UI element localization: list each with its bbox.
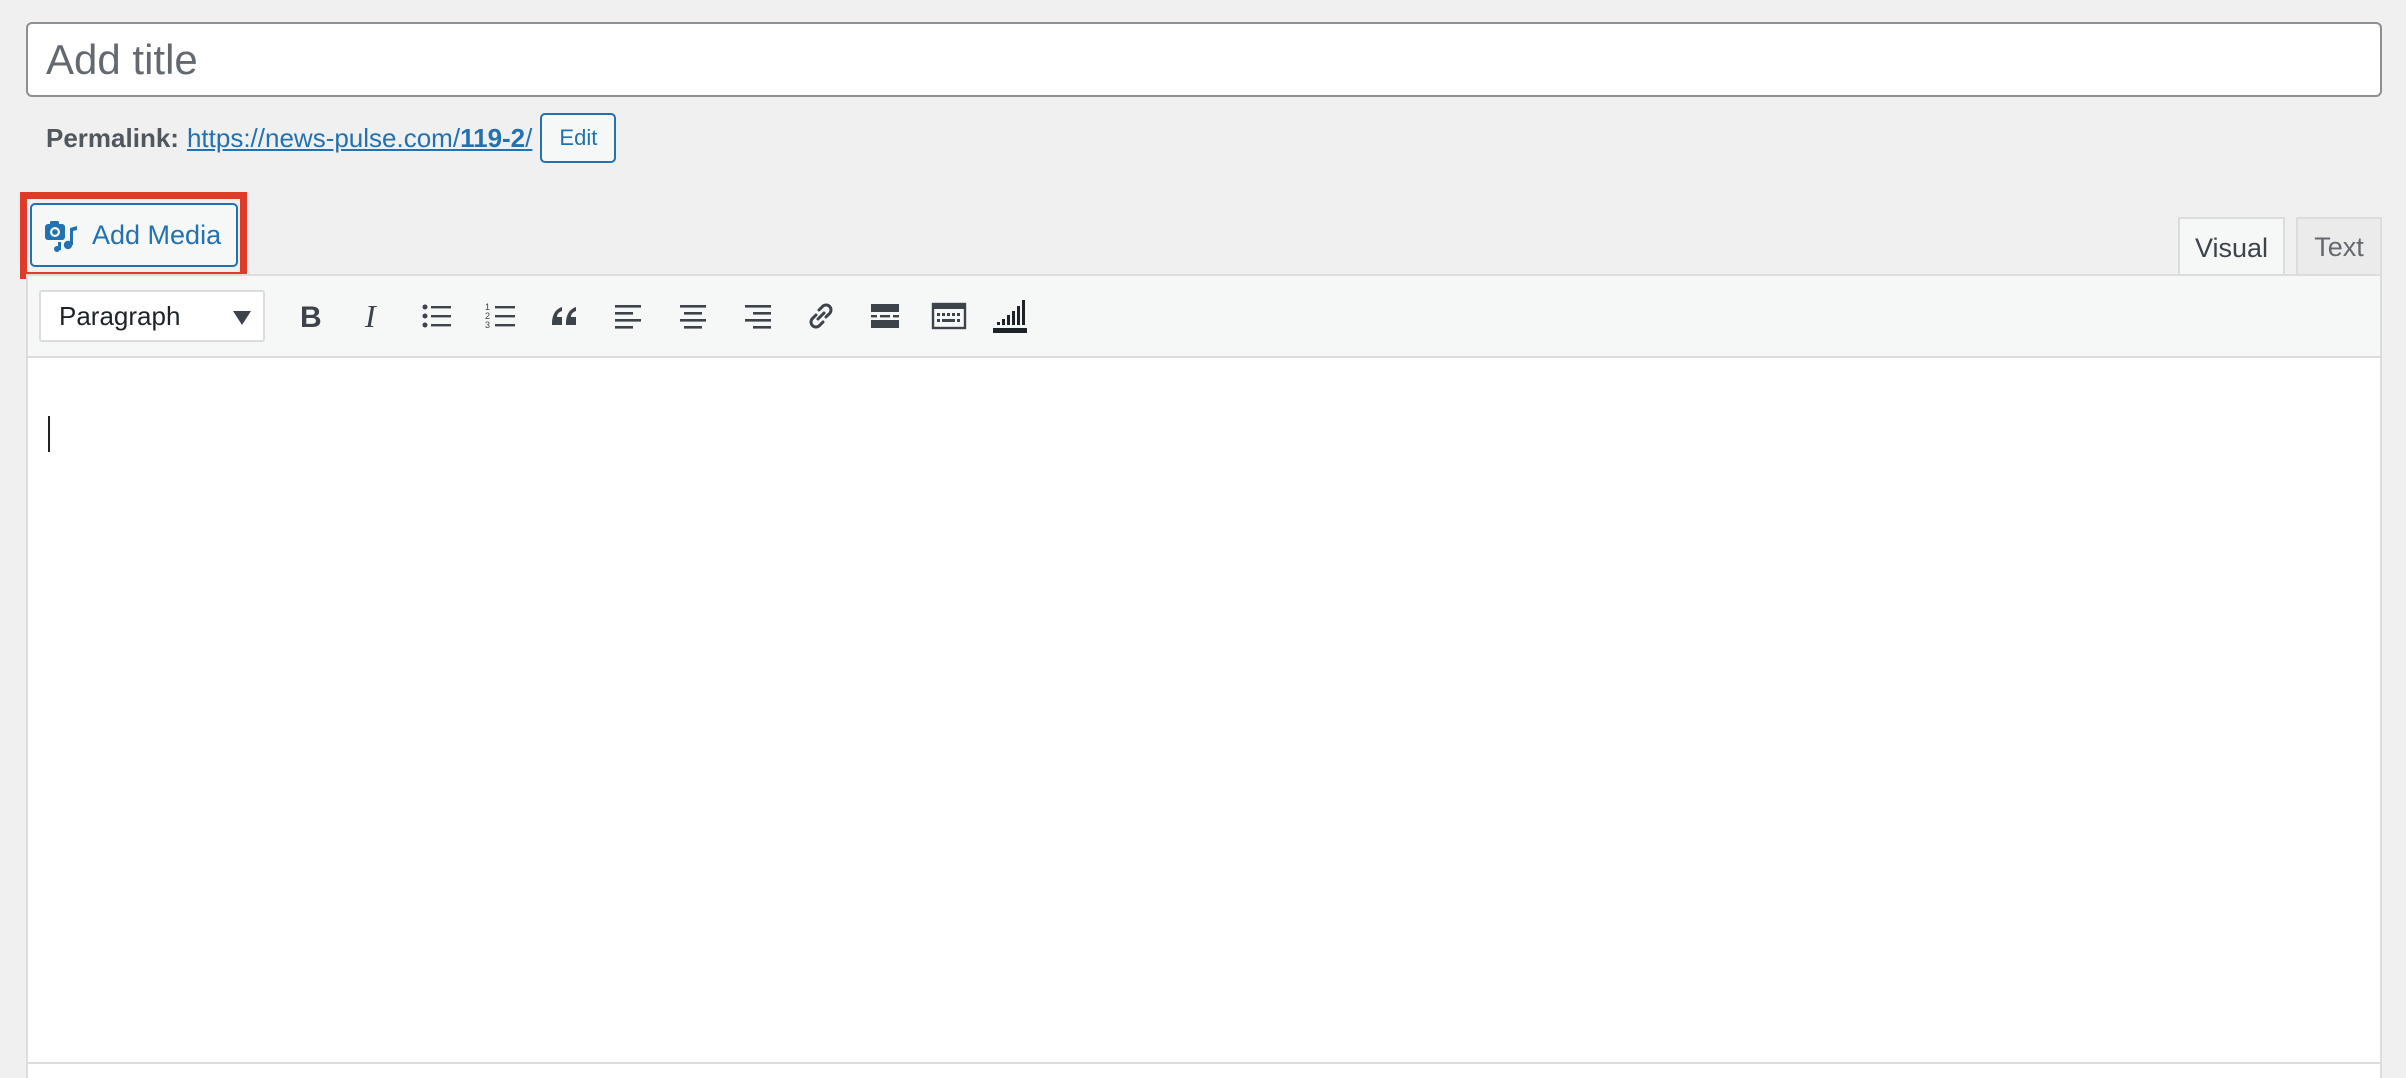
editor-status-bar	[28, 1062, 2380, 1064]
align-center-button[interactable]	[661, 286, 725, 346]
permalink-row: Permalink: https://news-pulse.com/119-2/…	[46, 112, 617, 164]
add-media-label: Add Media	[92, 219, 222, 250]
read-more-button[interactable]	[853, 286, 917, 346]
editor-content-area[interactable]	[28, 358, 2380, 1058]
svg-text:3: 3	[485, 320, 490, 330]
tab-text[interactable]: Text	[2296, 217, 2382, 275]
align-left-button[interactable]	[597, 286, 661, 346]
permalink-url-slug: 119-2	[460, 122, 526, 153]
svg-text:B: B	[300, 301, 322, 334]
add-media-button[interactable]: Add Media	[30, 203, 238, 267]
align-right-icon	[745, 305, 771, 329]
edit-permalink-button[interactable]: Edit	[540, 113, 617, 163]
post-title-input[interactable]	[26, 22, 2382, 97]
classic-editor: Paragraph B I 1 2 3	[26, 274, 2382, 1078]
bulleted-list-icon	[422, 304, 451, 328]
italic-button[interactable]: I	[341, 286, 405, 346]
permalink-url-base: https://news-pulse.com/	[186, 122, 461, 153]
chevron-down-icon	[233, 311, 251, 325]
italic-icon: I	[364, 298, 377, 334]
toolbar-toggle-button[interactable]	[917, 286, 981, 346]
permalink-url-trail: /	[525, 122, 533, 153]
bulleted-list-button[interactable]	[405, 286, 469, 346]
bold-button[interactable]: B	[277, 286, 341, 346]
bold-icon: B	[300, 301, 322, 334]
media-camera-music-icon	[44, 218, 78, 252]
permalink-link[interactable]: https://news-pulse.com/119-2/	[187, 123, 532, 154]
align-left-icon	[615, 305, 641, 329]
link-icon	[809, 303, 833, 329]
format-select-value: Paragraph	[59, 300, 181, 331]
blockquote-icon	[552, 307, 576, 325]
wpquads-icon	[993, 300, 1027, 333]
text-cursor	[48, 416, 50, 452]
insert-link-button[interactable]	[789, 286, 853, 346]
toolbar-toggle-icon	[931, 302, 967, 330]
numbered-list-button[interactable]: 1 2 3	[469, 286, 533, 346]
align-center-icon	[680, 305, 706, 329]
read-more-icon	[871, 304, 899, 328]
format-select[interactable]: Paragraph	[39, 290, 265, 342]
wpquads-button[interactable]	[981, 286, 1045, 346]
permalink-label: Permalink:	[46, 122, 179, 153]
tab-visual[interactable]: Visual	[2178, 217, 2285, 277]
numbered-list-icon: 1 2 3	[485, 302, 515, 330]
blockquote-button[interactable]	[533, 286, 597, 346]
svg-text:I: I	[364, 298, 377, 334]
editor-toolbar: Paragraph B I 1 2 3	[28, 276, 2380, 358]
align-right-button[interactable]	[725, 286, 789, 346]
